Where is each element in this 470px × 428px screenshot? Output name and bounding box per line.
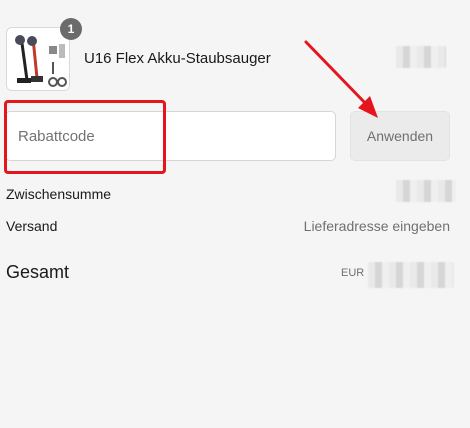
currency-prefix: EUR xyxy=(341,267,365,279)
subtotal-label: Zwischensumme xyxy=(6,186,112,202)
product-name: U16 Flex Akku-Staubsauger xyxy=(84,50,271,67)
quantity-badge: 1 xyxy=(60,18,82,40)
discount-code-input[interactable] xyxy=(5,111,336,161)
shipping-value: Lieferadresse eingeben xyxy=(303,218,450,234)
shipping-label: Versand xyxy=(6,218,58,234)
redacted-subtotal xyxy=(396,180,456,202)
total-label: Gesamt xyxy=(6,262,70,282)
line-item: 1 U16 Flex Akku-Staubsauger xyxy=(6,18,470,91)
product-image xyxy=(6,27,70,91)
apply-discount-button[interactable]: Anwenden xyxy=(350,111,450,161)
redacted-price xyxy=(396,46,446,68)
vacuum-product-icon xyxy=(7,28,69,90)
redacted-total xyxy=(368,262,454,288)
